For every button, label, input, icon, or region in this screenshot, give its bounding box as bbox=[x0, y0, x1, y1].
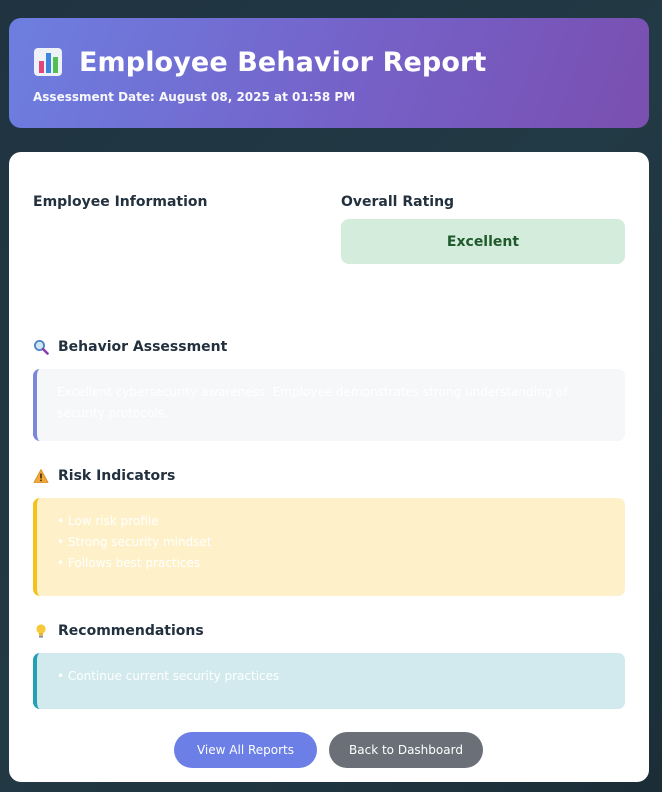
lightbulb-icon bbox=[33, 623, 49, 639]
recommendations-box: • Continue current security practices bbox=[33, 653, 625, 709]
title-row: Employee Behavior Report bbox=[33, 44, 625, 80]
risk-indicators-box: • Low risk profile • Strong security min… bbox=[33, 498, 625, 596]
behavior-assessment-box: Excellent cybersecurity awareness. Emplo… bbox=[33, 369, 625, 441]
page-title: Employee Behavior Report bbox=[79, 46, 487, 78]
list-item: • Follows best practices bbox=[57, 556, 201, 570]
overall-rating-heading: Overall Rating bbox=[341, 194, 455, 210]
report-card: Employee Information Overall Rating Exce… bbox=[9, 152, 649, 782]
back-to-dashboard-button[interactable]: Back to Dashboard bbox=[329, 732, 483, 768]
recommendations-title: Recommendations bbox=[58, 623, 204, 639]
risk-indicators-title: Risk Indicators bbox=[58, 468, 176, 484]
rating-badge: Excellent bbox=[341, 219, 625, 264]
risk-indicators-heading: Risk Indicators bbox=[33, 468, 175, 484]
recommendations-heading: Recommendations bbox=[33, 623, 204, 639]
behavior-assessment-text: Excellent cybersecurity awareness. Emplo… bbox=[57, 385, 568, 420]
magnifier-icon bbox=[33, 339, 49, 355]
warning-icon bbox=[33, 468, 49, 484]
behavior-assessment-title: Behavior Assessment bbox=[58, 339, 228, 355]
view-all-reports-button[interactable]: View All Reports bbox=[174, 732, 317, 768]
employee-info-heading: Employee Information bbox=[33, 194, 208, 210]
bar-chart-icon bbox=[33, 47, 63, 77]
assessment-date: Assessment Date: August 08, 2025 at 01:5… bbox=[33, 90, 356, 104]
list-item: • Strong security mindset bbox=[57, 535, 212, 549]
behavior-assessment-heading: Behavior Assessment bbox=[33, 339, 227, 355]
list-item: • Low risk profile bbox=[57, 514, 159, 528]
list-item: • Continue current security practices bbox=[57, 669, 280, 683]
report-header: Employee Behavior Report Assessment Date… bbox=[9, 18, 649, 128]
